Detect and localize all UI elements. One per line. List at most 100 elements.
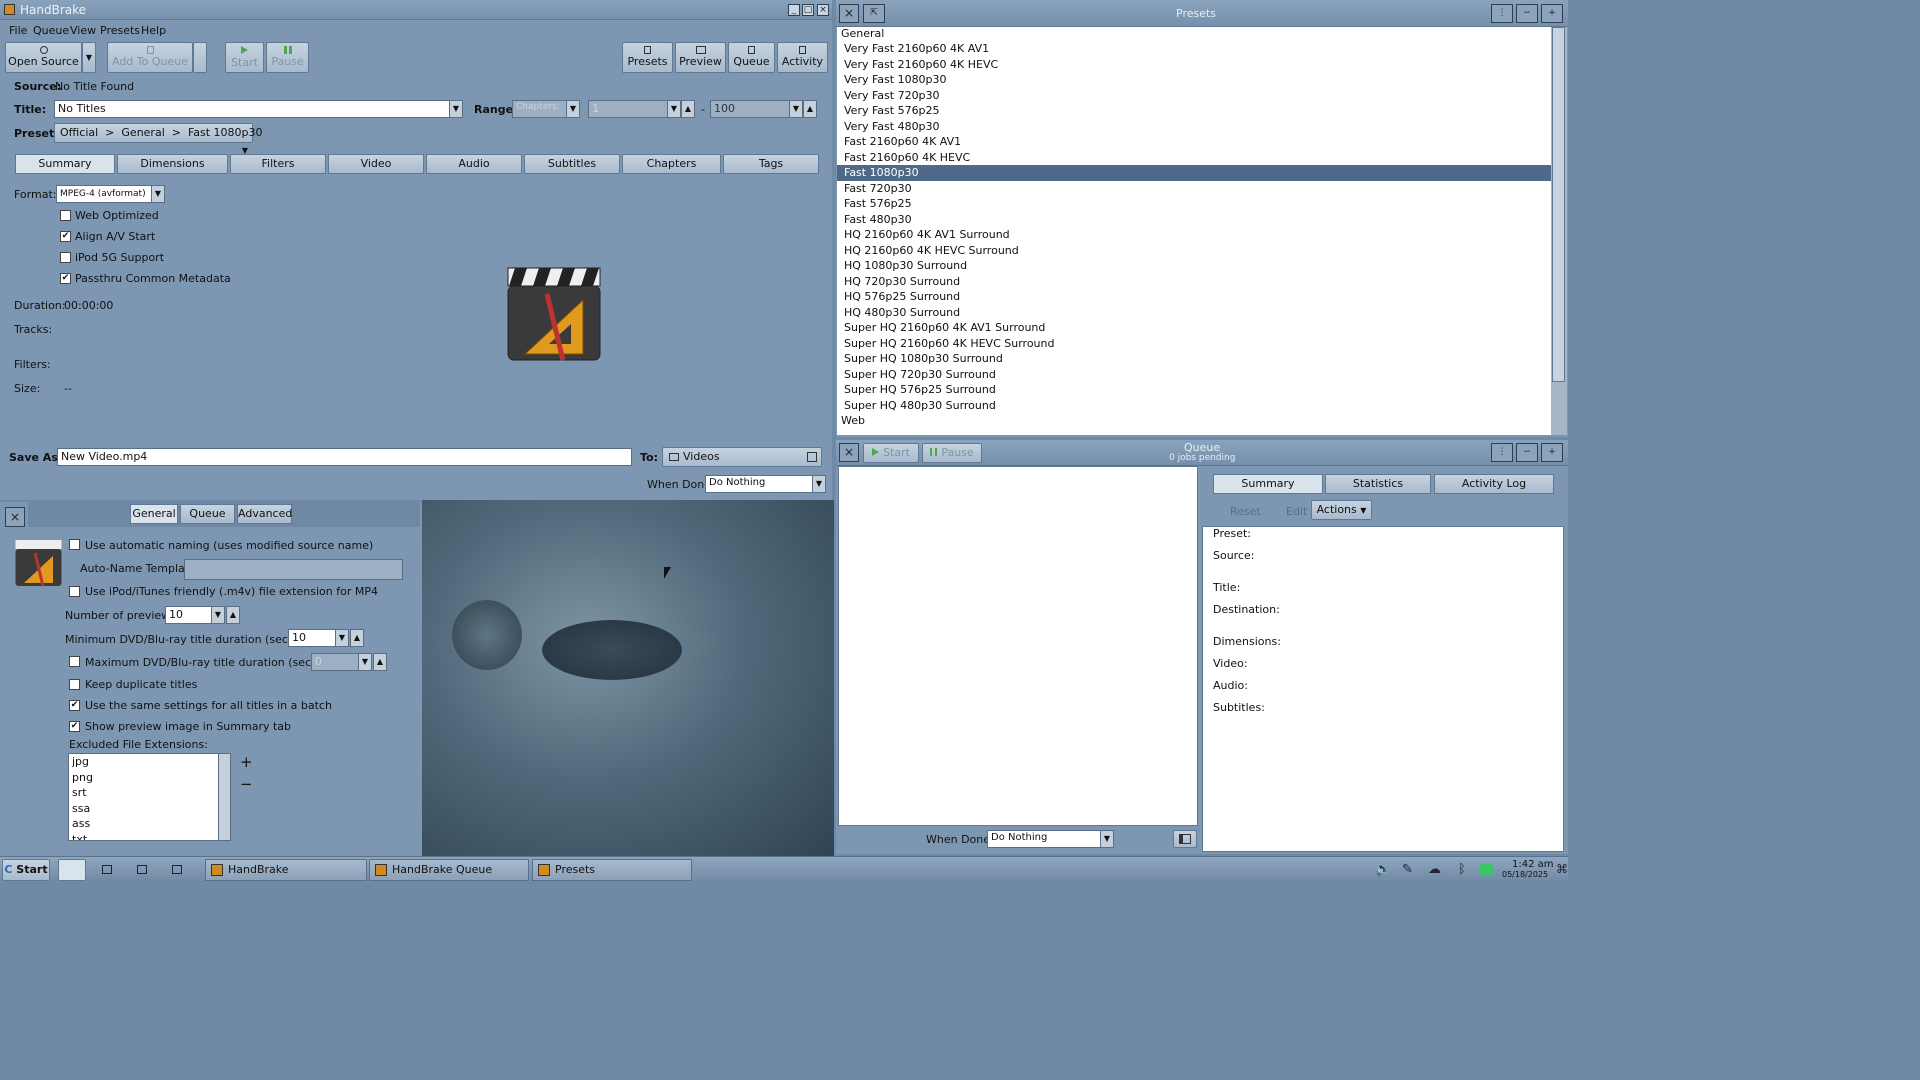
min-duration-input[interactable]: 10 — [288, 629, 336, 647]
num-previews-input[interactable]: 10 — [165, 606, 212, 624]
show-desktop-icon[interactable]: ⌘ — [1556, 862, 1568, 876]
preset-item[interactable]: HQ 2160p60 4K HEVC Surround — [837, 243, 1551, 259]
workspace-1-icon[interactable] — [58, 859, 86, 881]
minimize-icon[interactable]: _ — [788, 4, 800, 16]
open-source-button[interactable]: Open Source — [5, 42, 82, 73]
tab-tags[interactable]: Tags — [723, 154, 819, 174]
queue-close-icon[interactable]: × — [839, 443, 859, 462]
preset-selector[interactable]: Official > General > Fast 1080p30 ▼ — [54, 123, 263, 155]
queue-when-done-arrow[interactable]: ▼ — [1100, 830, 1114, 848]
preset-item[interactable]: Fast 2160p60 4K HEVC — [837, 150, 1551, 166]
preset-item[interactable]: Fast 1080p30 — [837, 165, 1551, 181]
range-start-up[interactable]: ▲ — [681, 100, 695, 118]
range-mode-arrow[interactable]: ▼ — [566, 100, 580, 118]
web-optimized-checkbox[interactable] — [60, 210, 71, 221]
auto-template-input[interactable] — [184, 559, 403, 580]
title-select[interactable]: No Titles — [54, 100, 450, 118]
keep-dupes-checkbox[interactable] — [69, 679, 80, 690]
preset-item[interactable]: Super HQ 720p30 Surround — [837, 367, 1551, 383]
list-item[interactable]: jpg — [69, 754, 230, 770]
list-item[interactable]: ass — [69, 816, 230, 832]
preset-item[interactable]: Super HQ 576p25 Surround — [837, 382, 1551, 398]
queue-maximize-icon[interactable]: + — [1541, 443, 1563, 462]
tab-subtitles[interactable]: Subtitles — [524, 154, 620, 174]
preset-item[interactable]: Very Fast 480p30 — [837, 119, 1551, 135]
preset-item[interactable]: HQ 1080p30 Surround — [837, 258, 1551, 274]
workspace-4-icon[interactable] — [172, 865, 182, 874]
toggle-sidebar-icon[interactable] — [1173, 830, 1197, 848]
preset-category-web[interactable]: Web — [837, 413, 1551, 429]
pen-icon[interactable]: ✎ — [1402, 862, 1413, 877]
tab-summary[interactable]: Summary — [15, 154, 115, 174]
queue-edit-button[interactable]: Edit — [1286, 505, 1307, 518]
preset-item[interactable]: Very Fast 576p25 — [837, 103, 1551, 119]
preset-item[interactable]: Fast 576p25 — [837, 196, 1551, 212]
preset-item[interactable]: HQ 2160p60 4K AV1 Surround — [837, 227, 1551, 243]
preset-item[interactable]: HQ 576p25 Surround — [837, 289, 1551, 305]
queue-button[interactable]: Queue — [728, 42, 775, 73]
range-end-input[interactable]: 100 — [710, 100, 790, 118]
preset-item[interactable]: Super HQ 1080p30 Surround — [837, 351, 1551, 367]
remove-extension-button[interactable]: − — [240, 775, 253, 793]
presets-close-icon[interactable]: × — [839, 4, 859, 23]
add-extension-button[interactable]: + — [240, 753, 253, 771]
menu-queue[interactable]: Queue — [33, 24, 69, 37]
preset-item[interactable]: HQ 720p30 Surround — [837, 274, 1551, 290]
show-preview-checkbox[interactable]: ✔ — [69, 721, 80, 732]
preset-item[interactable]: Very Fast 720p30 — [837, 88, 1551, 104]
presets-scrollbar[interactable] — [1551, 27, 1567, 435]
min-duration-up[interactable]: ▲ — [350, 629, 364, 647]
passthru-metadata-checkbox[interactable]: ✔ — [60, 273, 71, 284]
queue-job-list[interactable] — [838, 466, 1198, 826]
range-mode-select[interactable]: Chapters: — [512, 100, 567, 118]
queue-menu-icon[interactable]: ⋮ — [1491, 443, 1513, 462]
num-previews-up[interactable]: ▲ — [226, 606, 240, 624]
presets-list[interactable]: General Very Fast 2160p60 4K AV1 Very Fas… — [837, 27, 1551, 435]
tab-chapters[interactable]: Chapters — [622, 154, 721, 174]
queue-tab-statistics[interactable]: Statistics — [1325, 474, 1431, 494]
workspace-3-icon[interactable] — [137, 865, 147, 874]
start-menu-button[interactable]: C Start — [2, 859, 50, 881]
preset-item[interactable]: Fast 480p30 — [837, 212, 1551, 228]
range-start-down[interactable]: ▼ — [667, 100, 681, 118]
excluded-list[interactable]: jpg png srt ssa ass txt — [68, 753, 231, 841]
max-duration-down[interactable]: ▼ — [358, 653, 372, 671]
preset-item[interactable]: HQ 480p30 Surround — [837, 305, 1551, 321]
queue-minimize-icon[interactable]: − — [1516, 443, 1538, 462]
start-button[interactable]: Start — [225, 42, 264, 73]
preset-item[interactable]: Very Fast 1080p30 — [837, 72, 1551, 88]
max-duration-up[interactable]: ▲ — [373, 653, 387, 671]
max-duration-input[interactable]: 0 — [311, 653, 359, 671]
prefs-tab-queue[interactable]: Queue — [180, 504, 235, 524]
preset-item[interactable]: Fast 720p30 — [837, 181, 1551, 197]
tab-video[interactable]: Video — [328, 154, 424, 174]
preset-category-general[interactable]: General — [837, 27, 1551, 41]
presets-scrollbar-thumb[interactable] — [1552, 27, 1565, 382]
preset-item[interactable]: Super HQ 2160p60 4K HEVC Surround — [837, 336, 1551, 352]
range-end-up[interactable]: ▲ — [803, 100, 817, 118]
queue-tab-summary[interactable]: Summary — [1213, 474, 1323, 494]
list-item[interactable]: png — [69, 770, 230, 786]
range-start-input[interactable]: 1 — [588, 100, 668, 118]
queue-when-done-select[interactable]: Do Nothing — [987, 830, 1101, 848]
align-av-checkbox[interactable]: ✔ — [60, 231, 71, 242]
presets-minimize-icon[interactable]: − — [1516, 4, 1538, 23]
prefs-close-icon[interactable]: × — [5, 507, 25, 527]
ipod-5g-checkbox[interactable] — [60, 252, 71, 263]
when-done-arrow[interactable]: ▼ — [812, 475, 826, 493]
m4v-checkbox[interactable] — [69, 586, 80, 597]
queue-pause-button[interactable]: Pause — [922, 443, 982, 463]
close-icon[interactable]: × — [817, 4, 829, 16]
open-source-dropdown[interactable]: ▼ — [82, 42, 96, 73]
prefs-tab-general[interactable]: General — [130, 504, 178, 524]
preset-item[interactable]: Super HQ 2160p60 4K AV1 Surround — [837, 320, 1551, 336]
task-presets[interactable]: Presets — [532, 859, 692, 881]
task-handbrake-queue[interactable]: HandBrake Queue — [369, 859, 529, 881]
presets-menu-icon[interactable]: ⋮ — [1491, 4, 1513, 23]
queue-tab-activity-log[interactable]: Activity Log — [1434, 474, 1554, 494]
presets-button[interactable]: Presets — [622, 42, 673, 73]
queue-actions-menu[interactable]: Actions ▼ — [1311, 500, 1372, 520]
preset-item[interactable]: Very Fast 2160p60 4K AV1 — [837, 41, 1551, 57]
format-dropdown-arrow[interactable]: ▼ — [151, 185, 165, 203]
presets-maximize-icon[interactable]: + — [1541, 4, 1563, 23]
